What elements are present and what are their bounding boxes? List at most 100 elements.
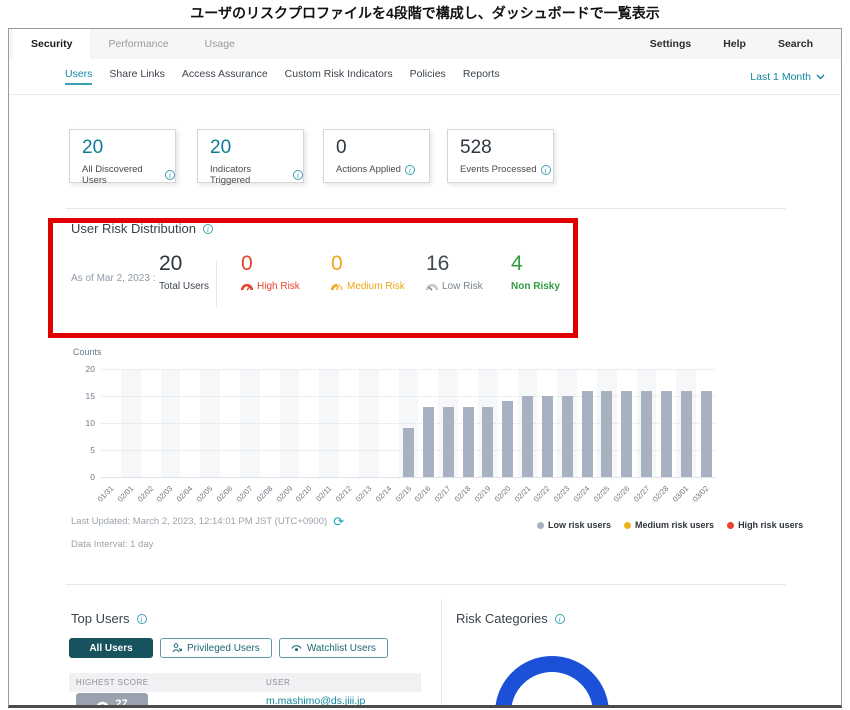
sub-nav-tabs: Users Share Links Access Assurance Custom R… xyxy=(65,68,500,85)
medium-risk-stat: 0 Medium Risk xyxy=(331,253,405,292)
info-icon[interactable]: i xyxy=(405,165,415,175)
topnav-link-help[interactable]: Help xyxy=(707,29,762,59)
sub-nav: Users Share Links Access Assurance Custom R… xyxy=(9,59,841,95)
info-icon[interactable]: i xyxy=(203,224,213,234)
gridline-20 xyxy=(101,369,716,370)
medium-risk-label: Medium Risk xyxy=(347,281,405,292)
time-range-label: Last 1 Month xyxy=(750,71,811,83)
high-risk-value: 0 xyxy=(241,253,300,275)
high-risk-stat: 0 High Risk xyxy=(241,253,300,292)
legend-item-high-risk-users[interactable]: High risk users xyxy=(727,520,803,530)
bar-02-19-low-risk-users xyxy=(482,407,493,477)
non-risky-stat: 4 Non Risky xyxy=(511,253,560,292)
info-icon[interactable]: i xyxy=(137,614,147,624)
user-email-link[interactable]: m.mashimo@ds.jiii.jp xyxy=(266,695,365,707)
subnav-tab-reports[interactable]: Reports xyxy=(463,68,500,85)
risk-score-value: 27 xyxy=(115,698,127,708)
stat-label-row: Indicators Triggered i xyxy=(210,164,303,186)
y-tick-15: 15 xyxy=(67,391,95,401)
stat-label-row: Events Processedi xyxy=(460,164,553,175)
medium-risk-value: 0 xyxy=(331,253,405,275)
stat-divider xyxy=(216,261,217,307)
y-tick-20: 20 xyxy=(67,364,95,374)
bar-02-23-low-risk-users xyxy=(562,396,573,477)
info-icon[interactable]: i xyxy=(541,165,551,175)
bar-03-02-low-risk-users xyxy=(701,391,712,477)
non-risky-value: 4 xyxy=(511,253,560,275)
topnav-tab-usage[interactable]: Usage xyxy=(187,29,253,59)
topnav-tab-performance[interactable]: Performance xyxy=(90,29,186,59)
subnav-tab-share-links[interactable]: Share Links xyxy=(109,68,164,85)
top-nav-tabs: SecurityPerformanceUsage xyxy=(13,29,253,59)
y-tick-10: 10 xyxy=(67,418,95,428)
subnav-tab-policies[interactable]: Policies xyxy=(410,68,446,85)
low-risk-stat: 16 Low Risk xyxy=(426,253,483,292)
column-highest-score: HIGHEST SCORE xyxy=(76,678,149,687)
bar-03-01-low-risk-users xyxy=(681,391,692,477)
bar-02-22-low-risk-users xyxy=(542,396,553,477)
refresh-icon[interactable]: ⟳ xyxy=(333,517,344,527)
topnav-link-search[interactable]: Search xyxy=(762,29,829,59)
app-window: SecurityPerformanceUsage SettingsHelpSea… xyxy=(8,28,842,708)
bar-02-20-low-risk-users xyxy=(502,401,513,477)
risk-categories-title-row: Risk Categories i xyxy=(456,611,565,626)
subnav-tab-access-assurance[interactable]: Access Assurance xyxy=(182,68,268,85)
page-title: ユーザのリスクプロファイルを4段階で構成し、ダッシュボードで一覧表示 xyxy=(0,3,850,23)
risk-distribution-title-row: User Risk Distribution i xyxy=(71,221,213,236)
filter-privileged-users-label: Privileged Users xyxy=(187,643,260,654)
filter-privileged-users[interactable]: Privileged Users xyxy=(160,638,272,658)
top-users-filters: All Users Privileged Users Watchlist Use… xyxy=(69,638,388,658)
risk-distribution-title: User Risk Distribution xyxy=(71,221,196,236)
chart-legend: Low risk users Medium risk users High risk… xyxy=(537,520,803,530)
filter-watchlist-users[interactable]: Watchlist Users xyxy=(279,638,388,658)
as-of-date: As of Mar 2, 2023 : xyxy=(71,273,156,284)
stat-card-actions-applied: 0Actions Appliedi xyxy=(323,129,430,183)
stat-label: Indicators Triggered xyxy=(210,164,289,186)
gridline-0 xyxy=(101,477,716,478)
top-users-title-row: Top Users i xyxy=(71,611,147,626)
subnav-tab-custom-risk-indicators[interactable]: Custom Risk Indicators xyxy=(285,68,393,85)
time-range-dropdown[interactable]: Last 1 Month xyxy=(750,71,825,83)
topnav-link-settings[interactable]: Settings xyxy=(634,29,707,59)
top-nav-links: SettingsHelpSearch xyxy=(634,29,829,59)
top-nav: SecurityPerformanceUsage SettingsHelpSea… xyxy=(9,29,841,60)
y-tick-5: 5 xyxy=(67,445,95,455)
bar-02-27-low-risk-users xyxy=(641,391,652,477)
section-divider xyxy=(66,584,786,585)
info-icon[interactable]: i xyxy=(555,614,565,624)
filter-all-users[interactable]: All Users xyxy=(69,638,153,658)
legend-item-low-risk-users[interactable]: Low risk users xyxy=(537,520,611,530)
bar-02-26-low-risk-users xyxy=(621,391,632,477)
info-icon[interactable]: i xyxy=(293,170,303,180)
info-icon[interactable]: i xyxy=(165,170,175,180)
legend-item-medium-risk-users[interactable]: Medium risk users xyxy=(624,520,714,530)
topnav-tab-security[interactable]: Security xyxy=(13,29,90,59)
privileged-user-icon xyxy=(172,643,182,653)
top-users-title: Top Users xyxy=(71,611,130,626)
risk-categories-title: Risk Categories xyxy=(456,611,548,626)
data-interval-text: Data Interval: 1 day xyxy=(71,539,153,550)
legend-dot xyxy=(624,522,631,529)
column-user: USER xyxy=(266,678,290,687)
stat-card-events-processed: 528 Events Processedi xyxy=(447,129,554,183)
low-risk-gauge-icon xyxy=(426,282,438,291)
stat-value: 0 xyxy=(336,137,429,159)
high-risk-gauge-icon xyxy=(241,282,253,291)
chevron-down-icon xyxy=(816,74,825,80)
bar-02-25-low-risk-users xyxy=(601,391,612,477)
legend-label: Medium risk users xyxy=(635,520,714,530)
score-gauge-icon xyxy=(96,699,109,708)
subnav-tab-users[interactable]: Users xyxy=(65,68,92,85)
stat-card-all-discovered-users: 20 All Discovered Users i xyxy=(69,129,176,183)
last-updated-text: Last Updated: March 2, 2023, 12:14:01 PM… xyxy=(71,516,327,527)
bar-02-24-low-risk-users xyxy=(582,391,593,477)
stat-label: All Discovered Users xyxy=(82,164,161,186)
stat-card-indicators-triggered: 20Indicators Triggeredi xyxy=(197,129,304,183)
stat-value: 20 xyxy=(82,137,175,159)
non-risky-label: Non Risky xyxy=(511,281,560,292)
chart-y-axis-title: Counts xyxy=(73,347,102,357)
stat-value: 528 xyxy=(460,137,553,159)
total-users-label: Total Users xyxy=(159,281,209,292)
total-users-value: 20 xyxy=(159,253,209,275)
legend-dot xyxy=(537,522,544,529)
